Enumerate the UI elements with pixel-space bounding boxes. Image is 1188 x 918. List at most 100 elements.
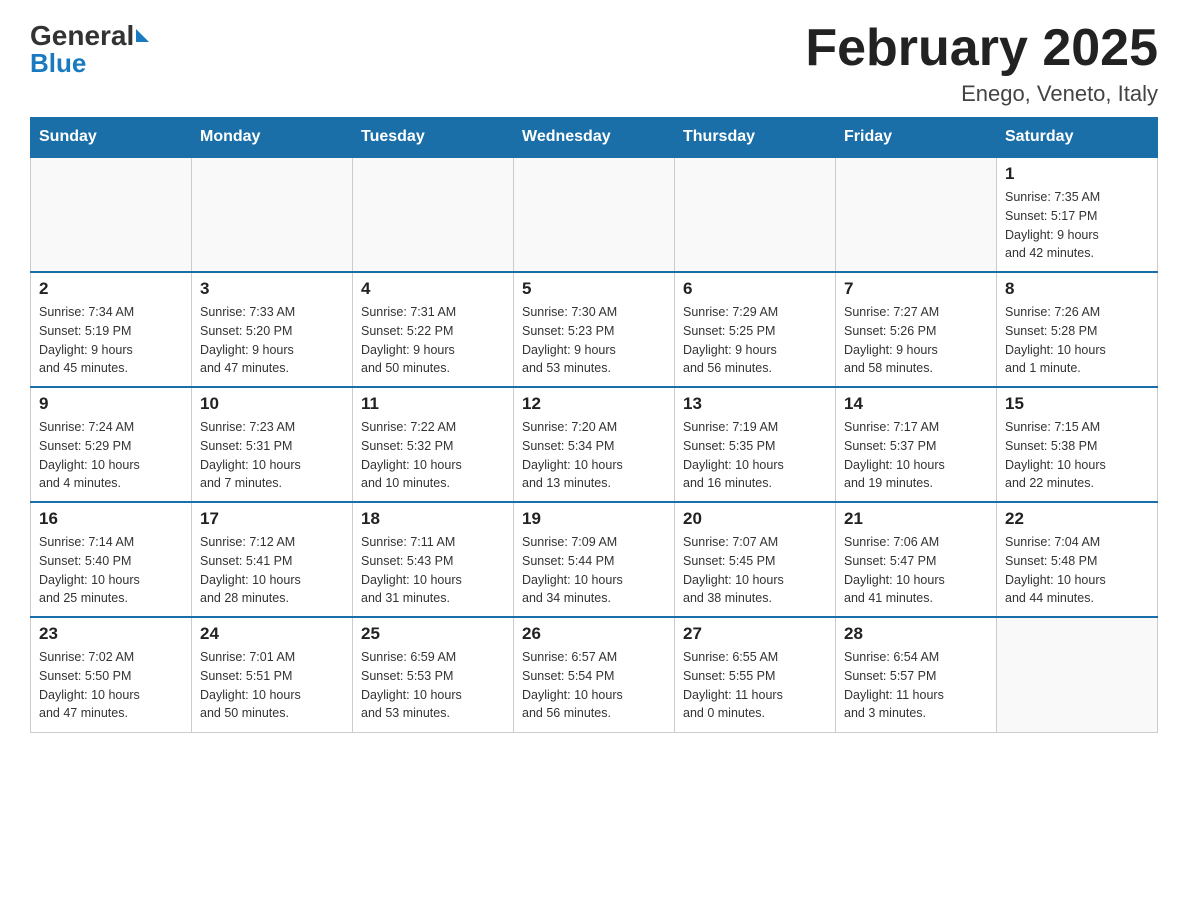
day-number: 7 (844, 279, 988, 299)
calendar-cell: 2 Sunrise: 7:34 AMSunset: 5:19 PMDaylight… (31, 272, 192, 387)
calendar-cell: 3Sunrise: 7:33 AMSunset: 5:20 PMDaylight… (192, 272, 353, 387)
location-title: Enego, Veneto, Italy (805, 81, 1158, 107)
calendar-cell: 18Sunrise: 7:11 AMSunset: 5:43 PMDayligh… (353, 502, 514, 617)
calendar-cell: 14 Sunrise: 7:17 AMSunset: 5:37 PMDayligh… (836, 387, 997, 502)
day-number: 26 (522, 624, 666, 644)
day-info: Sunrise: 7:26 AMSunset: 5:28 PMDaylight:… (1005, 303, 1149, 378)
week-row-2: 2 Sunrise: 7:34 AMSunset: 5:19 PMDaylight… (31, 272, 1158, 387)
calendar-cell: 17 Sunrise: 7:12 AMSunset: 5:41 PMDayligh… (192, 502, 353, 617)
calendar-cell: 9Sunrise: 7:24 AMSunset: 5:29 PMDaylight… (31, 387, 192, 502)
title-block: February 2025 Enego, Veneto, Italy (805, 20, 1158, 107)
calendar-cell (192, 157, 353, 272)
day-number: 1 (1005, 164, 1149, 184)
day-number: 23 (39, 624, 183, 644)
calendar-cell: 23 Sunrise: 7:02 AMSunset: 5:50 PMDayligh… (31, 617, 192, 732)
day-number: 17 (200, 509, 344, 529)
calendar-cell: 4 Sunrise: 7:31 AMSunset: 5:22 PMDaylight… (353, 272, 514, 387)
day-info: Sunrise: 7:27 AMSunset: 5:26 PMDaylight:… (844, 303, 988, 378)
calendar-cell: 28 Sunrise: 6:54 AMSunset: 5:57 PMDayligh… (836, 617, 997, 732)
logo-blue-text: Blue (30, 48, 86, 78)
weekday-header-wednesday: Wednesday (514, 118, 675, 158)
day-number: 14 (844, 394, 988, 414)
calendar-cell (836, 157, 997, 272)
calendar-cell: 26 Sunrise: 6:57 AMSunset: 5:54 PMDayligh… (514, 617, 675, 732)
day-number: 15 (1005, 394, 1149, 414)
calendar-cell: 11 Sunrise: 7:22 AMSunset: 5:32 PMDayligh… (353, 387, 514, 502)
calendar-cell (675, 157, 836, 272)
day-number: 5 (522, 279, 666, 299)
day-info: Sunrise: 7:06 AMSunset: 5:47 PMDaylight:… (844, 533, 988, 608)
calendar-cell: 15 Sunrise: 7:15 AMSunset: 5:38 PMDayligh… (997, 387, 1158, 502)
day-info: Sunrise: 7:24 AMSunset: 5:29 PMDaylight:… (39, 418, 183, 493)
calendar-cell: 8 Sunrise: 7:26 AMSunset: 5:28 PMDaylight… (997, 272, 1158, 387)
day-info: Sunrise: 7:19 AMSunset: 5:35 PMDaylight:… (683, 418, 827, 493)
page-header: General Blue February 2025 Enego, Veneto… (30, 20, 1158, 107)
day-number: 19 (522, 509, 666, 529)
day-info: Sunrise: 6:59 AMSunset: 5:53 PMDaylight:… (361, 648, 505, 723)
week-row-3: 9Sunrise: 7:24 AMSunset: 5:29 PMDaylight… (31, 387, 1158, 502)
weekday-header-thursday: Thursday (675, 118, 836, 158)
day-number: 2 (39, 279, 183, 299)
day-number: 3 (200, 279, 344, 299)
day-number: 16 (39, 509, 183, 529)
day-number: 6 (683, 279, 827, 299)
day-number: 18 (361, 509, 505, 529)
weekday-header-sunday: Sunday (31, 118, 192, 158)
calendar-cell: 19 Sunrise: 7:09 AMSunset: 5:44 PMDayligh… (514, 502, 675, 617)
calendar-cell: 20 Sunrise: 7:07 AMSunset: 5:45 PMDayligh… (675, 502, 836, 617)
calendar-cell: 12Sunrise: 7:20 AMSunset: 5:34 PMDayligh… (514, 387, 675, 502)
day-info: Sunrise: 7:23 AMSunset: 5:31 PMDaylight:… (200, 418, 344, 493)
day-info: Sunrise: 6:57 AMSunset: 5:54 PMDaylight:… (522, 648, 666, 723)
day-number: 27 (683, 624, 827, 644)
calendar-cell: 21 Sunrise: 7:06 AMSunset: 5:47 PMDayligh… (836, 502, 997, 617)
day-info: Sunrise: 7:07 AMSunset: 5:45 PMDaylight:… (683, 533, 827, 608)
calendar-cell: 5Sunrise: 7:30 AMSunset: 5:23 PMDaylight… (514, 272, 675, 387)
calendar-cell: 10 Sunrise: 7:23 AMSunset: 5:31 PMDayligh… (192, 387, 353, 502)
day-info: Sunrise: 7:17 AMSunset: 5:37 PMDaylight:… (844, 418, 988, 493)
day-info: Sunrise: 6:54 AMSunset: 5:57 PMDaylight:… (844, 648, 988, 723)
day-info: Sunrise: 7:31 AMSunset: 5:22 PMDaylight:… (361, 303, 505, 378)
day-number: 13 (683, 394, 827, 414)
calendar-table: SundayMondayTuesdayWednesdayThursdayFrid… (30, 117, 1158, 733)
day-info: Sunrise: 7:29 AMSunset: 5:25 PMDaylight:… (683, 303, 827, 378)
week-row-4: 16 Sunrise: 7:14 AMSunset: 5:40 PMDayligh… (31, 502, 1158, 617)
calendar-cell (997, 617, 1158, 732)
day-number: 28 (844, 624, 988, 644)
day-number: 10 (200, 394, 344, 414)
day-number: 21 (844, 509, 988, 529)
day-number: 22 (1005, 509, 1149, 529)
day-info: Sunrise: 7:15 AMSunset: 5:38 PMDaylight:… (1005, 418, 1149, 493)
week-row-1: 1 Sunrise: 7:35 AMSunset: 5:17 PMDaylight… (31, 157, 1158, 272)
calendar-cell (514, 157, 675, 272)
calendar-cell: 6 Sunrise: 7:29 AMSunset: 5:25 PMDaylight… (675, 272, 836, 387)
calendar-cell: 22 Sunrise: 7:04 AMSunset: 5:48 PMDayligh… (997, 502, 1158, 617)
day-info: Sunrise: 7:12 AMSunset: 5:41 PMDaylight:… (200, 533, 344, 608)
day-info: Sunrise: 7:04 AMSunset: 5:48 PMDaylight:… (1005, 533, 1149, 608)
weekday-header-row: SundayMondayTuesdayWednesdayThursdayFrid… (31, 118, 1158, 158)
day-number: 12 (522, 394, 666, 414)
calendar-cell: 1 Sunrise: 7:35 AMSunset: 5:17 PMDaylight… (997, 157, 1158, 272)
calendar-cell (31, 157, 192, 272)
day-info: Sunrise: 6:55 AMSunset: 5:55 PMDaylight:… (683, 648, 827, 723)
calendar-cell: 13 Sunrise: 7:19 AMSunset: 5:35 PMDayligh… (675, 387, 836, 502)
day-info: Sunrise: 7:14 AMSunset: 5:40 PMDaylight:… (39, 533, 183, 608)
day-number: 8 (1005, 279, 1149, 299)
day-info: Sunrise: 7:09 AMSunset: 5:44 PMDaylight:… (522, 533, 666, 608)
weekday-header-tuesday: Tuesday (353, 118, 514, 158)
day-number: 11 (361, 394, 505, 414)
calendar-cell: 16 Sunrise: 7:14 AMSunset: 5:40 PMDayligh… (31, 502, 192, 617)
day-number: 4 (361, 279, 505, 299)
calendar-cell: 27 Sunrise: 6:55 AMSunset: 5:55 PMDayligh… (675, 617, 836, 732)
day-info: Sunrise: 7:34 AMSunset: 5:19 PMDaylight:… (39, 303, 183, 378)
week-row-5: 23 Sunrise: 7:02 AMSunset: 5:50 PMDayligh… (31, 617, 1158, 732)
month-title: February 2025 (805, 20, 1158, 77)
day-info: Sunrise: 7:01 AMSunset: 5:51 PMDaylight:… (200, 648, 344, 723)
day-number: 20 (683, 509, 827, 529)
calendar-cell (353, 157, 514, 272)
calendar-cell: 7 Sunrise: 7:27 AMSunset: 5:26 PMDaylight… (836, 272, 997, 387)
day-info: Sunrise: 7:22 AMSunset: 5:32 PMDaylight:… (361, 418, 505, 493)
day-number: 25 (361, 624, 505, 644)
day-info: Sunrise: 7:02 AMSunset: 5:50 PMDaylight:… (39, 648, 183, 723)
day-number: 24 (200, 624, 344, 644)
day-info: Sunrise: 7:35 AMSunset: 5:17 PMDaylight:… (1005, 188, 1149, 263)
